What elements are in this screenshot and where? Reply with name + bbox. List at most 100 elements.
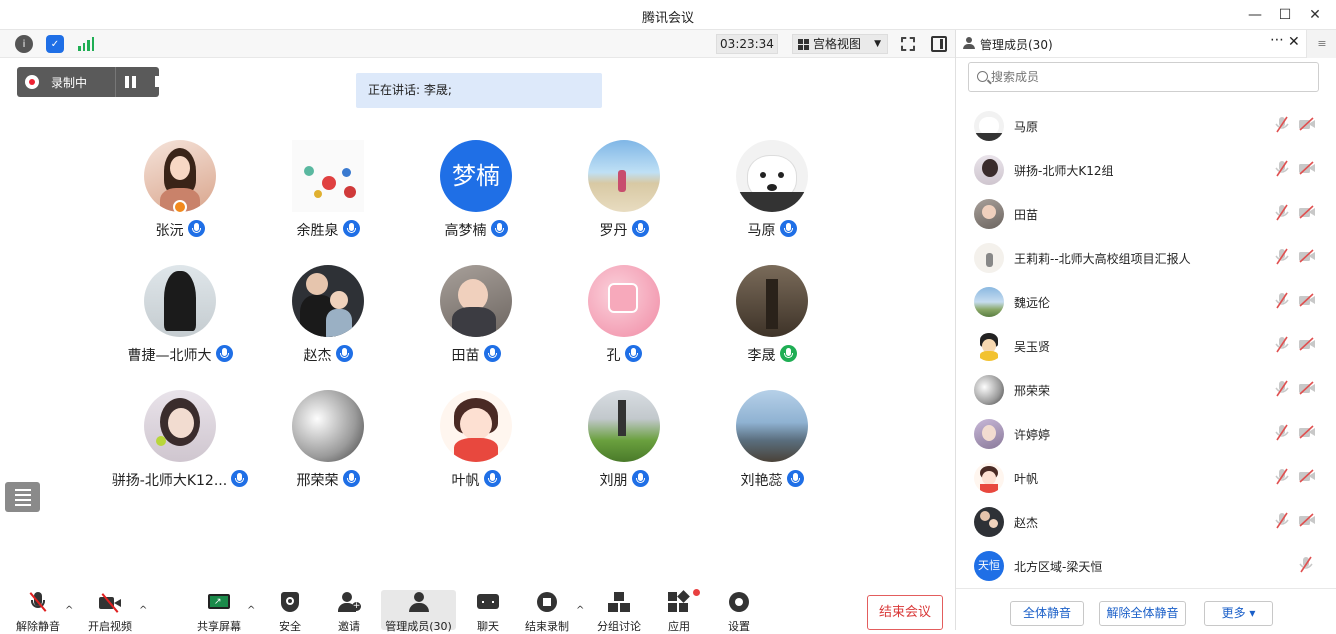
participant-tile[interactable]: 曹捷—北师大 xyxy=(110,265,250,375)
participant-tile[interactable]: 李晟 xyxy=(702,265,842,375)
settings-button[interactable]: 设置 xyxy=(728,590,750,633)
view-select[interactable]: 宫格视图 ▼ xyxy=(792,34,888,54)
avatar xyxy=(974,199,1004,229)
member-name: 田苗 xyxy=(1014,208,1039,222)
avatar xyxy=(440,265,512,337)
bottom-toolbar: 解除静音 ^ 开启视频 ^ ↗ 共享屏幕 ^ 安全 + 邀请 管理成员(30) … xyxy=(0,589,955,633)
mic-muted-icon[interactable] xyxy=(1274,116,1290,134)
gear-icon xyxy=(728,592,750,612)
chevron-up-icon[interactable]: ^ xyxy=(139,605,147,616)
list-item[interactable]: 骈扬-北师大K12组 xyxy=(956,148,1316,192)
participant-tile[interactable]: 田苗 xyxy=(406,265,546,375)
participant-tile[interactable]: 罗丹 xyxy=(554,140,694,250)
unmute-button[interactable]: 解除静音 xyxy=(16,590,60,633)
member-name: 王莉莉--北师大高校组项目汇报人 xyxy=(1014,252,1191,266)
participant-tile[interactable]: 刘艳蕊 xyxy=(702,390,842,500)
shield-icon[interactable]: ✓ xyxy=(46,35,64,53)
camera-off-icon[interactable] xyxy=(1298,469,1316,483)
mic-muted-icon[interactable] xyxy=(1274,248,1290,266)
fullscreen-icon[interactable] xyxy=(901,37,915,51)
mic-muted-icon[interactable] xyxy=(1274,160,1290,178)
pause-recording-button[interactable] xyxy=(125,76,137,88)
list-item[interactable]: 天恒 北方区域-梁天恒 xyxy=(956,544,1316,588)
list-item[interactable]: 田苗 xyxy=(956,192,1316,236)
avatar xyxy=(588,140,660,212)
mic-muted-icon[interactable] xyxy=(1298,556,1314,574)
member-name: 骈扬-北师大K12组 xyxy=(1014,164,1114,178)
list-item[interactable]: 邢荣荣 xyxy=(956,368,1316,412)
participant-tile[interactable]: 余胜泉 xyxy=(258,140,398,250)
participant-tile[interactable]: 孔 xyxy=(554,265,694,375)
list-item[interactable]: 许婷婷 xyxy=(956,412,1316,456)
chat-button[interactable]: 聊天 xyxy=(477,590,499,633)
participant-tile[interactable]: 赵杰 xyxy=(258,265,398,375)
mic-muted-icon[interactable] xyxy=(1274,424,1290,442)
unmute-all-button[interactable]: 解除全体静音 xyxy=(1099,601,1186,626)
avatar xyxy=(292,140,364,212)
mic-muted-icon[interactable] xyxy=(1274,292,1290,310)
sidebar-toggle-icon[interactable] xyxy=(931,36,947,52)
camera-off-icon[interactable] xyxy=(1298,293,1316,307)
recording-indicator: 录制中 xyxy=(17,67,166,97)
invite-button[interactable]: + 邀请 xyxy=(338,590,361,633)
mic-muted-icon[interactable] xyxy=(1274,204,1290,222)
close-icon[interactable]: ✕ xyxy=(1288,34,1300,50)
avatar xyxy=(974,507,1004,537)
camera-off-icon[interactable] xyxy=(1298,161,1316,175)
list-icon[interactable] xyxy=(5,482,40,512)
info-icon[interactable]: i xyxy=(15,35,33,53)
camera-off-icon[interactable] xyxy=(1298,513,1316,527)
apps-button[interactable]: 应用 xyxy=(668,589,700,633)
participant-tile[interactable]: 骈扬-北师大K12... xyxy=(110,390,250,500)
list-item[interactable]: 吴玉贤 xyxy=(956,324,1316,368)
minimize-button[interactable]: — xyxy=(1246,6,1264,24)
start-video-button[interactable]: 开启视频 xyxy=(88,590,132,633)
chat-icon xyxy=(477,592,499,612)
end-meeting-button[interactable]: 结束会议 xyxy=(867,595,943,630)
camera-off-icon[interactable] xyxy=(1298,381,1316,395)
mic-muted-icon[interactable] xyxy=(1274,512,1290,530)
participant-tile[interactable]: 梦楠 高梦楠 xyxy=(406,140,546,250)
camera-off-icon xyxy=(99,592,121,613)
signal-icon[interactable] xyxy=(78,37,94,51)
mic-muted-icon[interactable] xyxy=(1274,336,1290,354)
breakout-button[interactable]: 分组讨论 xyxy=(597,590,641,633)
maximize-button[interactable]: ☐ xyxy=(1276,6,1294,24)
mic-muted-icon[interactable] xyxy=(1274,380,1290,398)
list-item[interactable]: 叶帆 xyxy=(956,456,1316,500)
more-button[interactable]: 更多 ▾ xyxy=(1204,601,1273,626)
search-input[interactable] xyxy=(991,67,1311,87)
speaking-banner: 正在讲话: 李晟; xyxy=(356,73,602,108)
mute-all-button[interactable]: 全体静音 xyxy=(1010,601,1084,626)
mic-muted-icon[interactable] xyxy=(1274,468,1290,486)
chevron-up-icon[interactable]: ^ xyxy=(576,605,584,616)
participant-tile[interactable]: 马原 xyxy=(702,140,842,250)
list-item[interactable]: 马原 xyxy=(956,104,1316,148)
participant-tile[interactable]: 张沅 xyxy=(110,140,250,250)
camera-off-icon[interactable] xyxy=(1298,337,1316,351)
chevron-up-icon[interactable]: ^ xyxy=(65,605,73,616)
security-button[interactable]: 安全 xyxy=(279,590,301,633)
camera-off-icon[interactable] xyxy=(1298,205,1316,219)
close-window-button[interactable]: ✕ xyxy=(1306,6,1324,24)
chevron-up-icon[interactable]: ^ xyxy=(247,605,255,616)
camera-off-icon[interactable] xyxy=(1298,425,1316,439)
apps-icon xyxy=(668,589,700,612)
stop-recording-button[interactable]: 结束录制 xyxy=(525,590,569,633)
manage-members-button[interactable]: 管理成员(30) xyxy=(381,590,456,633)
participant-tile[interactable]: 叶帆 xyxy=(406,390,546,500)
host-badge xyxy=(173,200,187,214)
stop-recording-icon[interactable] xyxy=(155,76,166,87)
participant-name: 邢荣荣 xyxy=(296,473,339,489)
list-item[interactable]: 魏远伦 xyxy=(956,280,1316,324)
participant-tile[interactable]: 刘朋 xyxy=(554,390,694,500)
participant-tile[interactable]: 邢荣荣 xyxy=(258,390,398,500)
list-item[interactable]: 王莉莉--北师大高校组项目汇报人 xyxy=(956,236,1316,280)
more-options-icon[interactable]: ⋯ xyxy=(1270,32,1284,48)
camera-off-icon[interactable] xyxy=(1298,117,1316,131)
panel-scroll-icon[interactable]: ≡ xyxy=(1306,30,1336,58)
camera-off-icon[interactable] xyxy=(1298,249,1316,263)
list-item[interactable]: 赵杰 xyxy=(956,500,1316,544)
avatar xyxy=(588,390,660,462)
share-screen-button[interactable]: ↗ 共享屏幕 xyxy=(197,590,241,633)
